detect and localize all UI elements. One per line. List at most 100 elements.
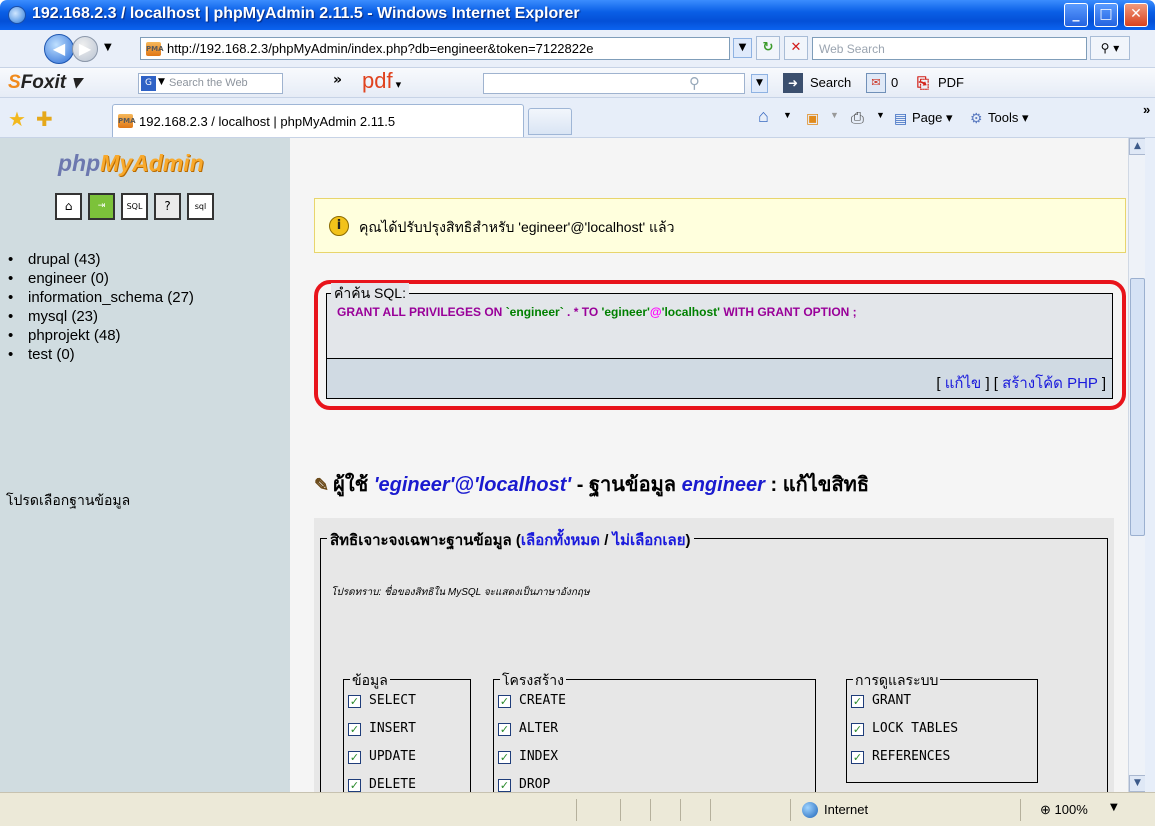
check-icon[interactable]: ✓ xyxy=(498,779,511,792)
database-item[interactable]: phprojekt (48) xyxy=(6,327,194,346)
maximize-button[interactable]: □ xyxy=(1094,3,1118,27)
check-icon[interactable]: ✓ xyxy=(348,723,361,736)
add-favorite-icon[interactable]: ✚ xyxy=(36,107,53,131)
group-legend: ข้อมูล xyxy=(350,670,390,692)
pdf-icon[interactable]: ⎘ xyxy=(913,73,933,93)
refresh-icon[interactable]: ↻ xyxy=(756,36,780,60)
database-item[interactable]: drupal (43) xyxy=(6,251,194,270)
check-all-link[interactable]: เลือกทั้งหมด xyxy=(521,532,600,549)
toolbar-chevron-icon[interactable]: » xyxy=(1143,102,1150,117)
check-icon[interactable]: ✓ xyxy=(348,779,361,792)
privilege-checkbox[interactable]: ✓ REFERENCES xyxy=(851,749,950,764)
privilege-checkbox[interactable]: ✓ LOCK TABLES xyxy=(851,721,958,736)
privilege-checkbox[interactable]: ✓ DELETE xyxy=(348,777,416,792)
minimize-button[interactable]: _ xyxy=(1064,3,1088,27)
database-item[interactable]: engineer (0) xyxy=(6,270,194,289)
zoom-level[interactable]: ⊕ 100% xyxy=(1040,802,1088,818)
pdf-search-input[interactable]: ⚲ xyxy=(483,73,745,94)
check-icon[interactable]: ✓ xyxy=(851,723,864,736)
check-icon[interactable]: ✓ xyxy=(851,751,864,764)
tab-phpmyadmin[interactable]: PMA 192.168.2.3 / localhost | phpMyAdmin… xyxy=(112,104,524,137)
address-dropdown-icon[interactable]: ▼ xyxy=(733,38,752,58)
sql-docs-icon[interactable]: sql xyxy=(187,193,214,220)
page-menu[interactable]: Page ▾ xyxy=(912,110,953,126)
info-icon: i xyxy=(329,216,349,236)
feeds-dropdown-icon[interactable]: ▼ xyxy=(830,110,839,120)
back-button[interactable]: ◀ xyxy=(44,34,74,64)
history-dropdown-icon[interactable]: ▼ xyxy=(104,42,112,53)
create-php-code-link[interactable]: สร้างโค้ด PHP xyxy=(1002,375,1098,392)
privilege-checkbox[interactable]: ✓ DROP xyxy=(498,777,550,792)
print-dropdown-icon[interactable]: ▼ xyxy=(876,110,885,120)
phpmyadmin-logo[interactable]: phpMyAdmin xyxy=(58,150,204,177)
tools-menu[interactable]: Tools ▾ xyxy=(988,110,1029,126)
forward-button[interactable]: ▶ xyxy=(72,36,98,62)
privilege-checkbox[interactable]: ✓ UPDATE xyxy=(348,749,416,764)
new-tab-button[interactable] xyxy=(528,108,572,135)
database-item[interactable]: information_schema (27) xyxy=(6,289,194,308)
page-icon[interactable]: ▤ xyxy=(894,110,907,127)
success-notice: i คุณได้ปรับปรุงสิทธิสำหรับ 'egineer'@'l… xyxy=(314,198,1126,253)
tab-bar: ★ ✚ PMA 192.168.2.3 / localhost | phpMyA… xyxy=(0,98,1155,138)
home-icon[interactable]: ⌂ xyxy=(55,193,82,220)
privilege-checkbox[interactable]: ✓ GRANT xyxy=(851,693,911,708)
privilege-checkbox[interactable]: ✓ CREATE xyxy=(498,693,566,708)
uncheck-all-link[interactable]: ไม่เลือกเลย xyxy=(613,532,686,549)
counter-value: 0 xyxy=(891,75,899,90)
window-titlebar: 192.168.2.3 / localhost | phpMyAdmin 2.1… xyxy=(0,0,1155,30)
foxit-search-button[interactable]: Search xyxy=(810,75,851,90)
pdf-menu[interactable]: pdf ▾ xyxy=(362,68,401,94)
scrollbar-thumb[interactable] xyxy=(1130,278,1145,536)
database-item[interactable]: mysql (23) xyxy=(6,308,194,327)
chevron-more-icon[interactable]: » xyxy=(333,72,342,88)
counter-icon[interactable]: ✉ xyxy=(866,73,886,93)
privilege-checkbox[interactable]: ✓ INDEX xyxy=(498,749,558,764)
database-item[interactable]: test (0) xyxy=(6,346,194,365)
pma-favicon-icon: PMA xyxy=(118,114,136,128)
check-icon[interactable]: ✓ xyxy=(498,723,511,736)
web-search-input[interactable]: Web Search xyxy=(812,37,1087,60)
check-icon[interactable]: ✓ xyxy=(851,695,864,708)
print-icon[interactable]: ⎙ xyxy=(851,110,864,128)
feeds-icon[interactable]: ▣ xyxy=(806,110,819,127)
exit-icon[interactable]: ⇥ xyxy=(88,193,115,220)
foxit-logo[interactable]: SFoxit ▾ xyxy=(8,71,81,94)
engine-dropdown-icon[interactable]: ▼ xyxy=(158,77,165,87)
check-icon[interactable]: ✓ xyxy=(348,751,361,764)
tools-gear-icon[interactable]: ⚙ xyxy=(970,110,983,127)
search-engine-icon[interactable]: G xyxy=(141,76,156,91)
stop-icon[interactable]: ✕ xyxy=(784,36,808,60)
home-icon[interactable]: ⌂ xyxy=(758,106,769,127)
scroll-up-icon[interactable]: ▲ xyxy=(1129,138,1146,155)
scroll-down-icon[interactable]: ▼ xyxy=(1129,775,1146,792)
check-icon[interactable]: ✓ xyxy=(498,695,511,708)
privileges-fieldset: สิทธิเจาะจงเฉพาะฐานข้อมูล (เลือกทั้งหมด … xyxy=(320,528,1108,809)
status-divider xyxy=(710,799,711,821)
pdf-search-dropdown-icon[interactable]: ▼ xyxy=(751,74,768,93)
search-arrow-icon[interactable]: ➜ xyxy=(783,73,803,93)
zoom-dropdown-icon[interactable]: ▼ xyxy=(1110,802,1118,813)
privilege-checkbox[interactable]: ✓ SELECT xyxy=(348,693,416,708)
vertical-scrollbar[interactable]: ▲ ▼ xyxy=(1128,138,1146,792)
sql-query-icon[interactable]: SQL xyxy=(121,193,148,220)
edit-link[interactable]: แก้ไข xyxy=(945,375,982,392)
pdf-button[interactable]: PDF xyxy=(938,75,964,90)
favorites-star-icon[interactable]: ★ xyxy=(8,107,26,131)
window-frame xyxy=(1145,138,1155,792)
privileges-panel: สิทธิเจาะจงเฉพาะฐานข้อมูล (เลือกทั้งหมด … xyxy=(314,518,1114,809)
window-title: 192.168.2.3 / localhost | phpMyAdmin 2.1… xyxy=(32,5,580,22)
home-dropdown-icon[interactable]: ▼ xyxy=(783,110,792,120)
close-button[interactable]: ✕ xyxy=(1124,3,1148,27)
select-database-hint: โปรดเลือกฐานข้อมูล xyxy=(6,492,131,508)
check-icon[interactable]: ✓ xyxy=(498,751,511,764)
search-go-icon[interactable]: ⚲ ▾ xyxy=(1090,36,1130,60)
check-icon[interactable]: ✓ xyxy=(348,695,361,708)
privilege-checkbox[interactable]: ✓ INSERT xyxy=(348,721,416,736)
foxit-search-input[interactable]: G ▼ Search the Web xyxy=(138,73,283,94)
privileges-note: โปรดทราบ: ชื่อของสิทธิใน MySQL จะแสดงเป็… xyxy=(331,587,590,598)
help-icon[interactable]: ? xyxy=(154,193,181,220)
security-zone[interactable]: Internet xyxy=(824,802,868,817)
address-field[interactable]: PMA http://192.168.2.3/phpMyAdmin/index.… xyxy=(140,37,730,60)
web-search-placeholder: Web Search xyxy=(819,42,885,56)
privilege-checkbox[interactable]: ✓ ALTER xyxy=(498,721,558,736)
